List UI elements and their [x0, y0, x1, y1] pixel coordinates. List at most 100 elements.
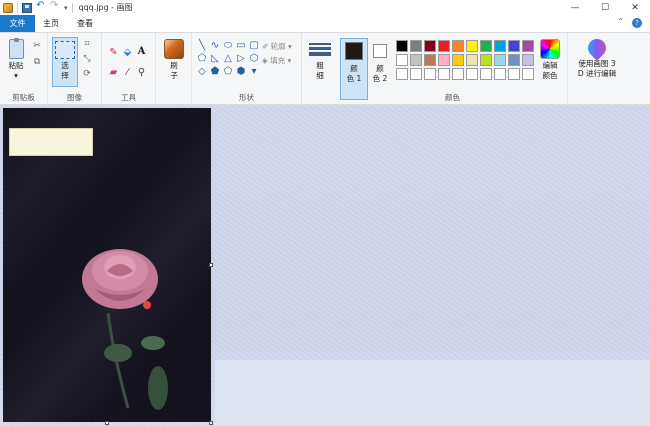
window-controls: — ☐ ✕ — [560, 0, 650, 15]
shape-arrow-icon[interactable]: ▷ — [235, 52, 247, 64]
text-icon[interactable]: A — [136, 46, 147, 57]
color-1-button[interactable]: 颜 色 1 — [340, 38, 368, 100]
clipboard-icon — [8, 38, 24, 59]
shape-pentagon-2-icon[interactable]: ⬠ — [222, 65, 234, 77]
rotate-icon[interactable]: ⟳ — [82, 69, 92, 79]
magnifier-icon[interactable]: ⚲ — [136, 67, 147, 78]
close-button[interactable]: ✕ — [620, 0, 650, 15]
size-button[interactable]: 粗 细 — [308, 39, 332, 81]
crop-icon[interactable]: ⌗ — [82, 39, 92, 49]
palette-swatch[interactable] — [466, 40, 478, 52]
clipboard-group: 粘贴 ▾ ✂ ⧉ 剪贴板 — [0, 33, 48, 105]
customize-quick-access-icon[interactable]: ▾ — [64, 4, 68, 12]
palette-swatch[interactable] — [522, 40, 534, 52]
pencil-icon[interactable]: ✎ — [108, 47, 119, 58]
shape-diamond-icon[interactable]: ◇ — [196, 65, 208, 77]
palette-swatch[interactable] — [410, 68, 422, 80]
rose-flower-image — [82, 249, 158, 309]
undo-icon[interactable] — [36, 0, 46, 13]
size-group: 粗 细 — [302, 33, 338, 105]
palette-swatch[interactable] — [452, 68, 464, 80]
shape-hexagon-2-icon[interactable]: ⬢ — [235, 65, 247, 77]
palette-swatch[interactable] — [410, 40, 422, 52]
paste-button[interactable]: 粘贴 ▾ — [4, 38, 28, 81]
palette-swatch[interactable] — [480, 40, 492, 52]
palette-swatch[interactable] — [508, 54, 520, 66]
brushes-button[interactable]: 刷 子 — [161, 39, 187, 81]
palette-swatch[interactable] — [522, 54, 534, 66]
fill-button[interactable]: ◈ 填充 ▾ — [262, 55, 291, 66]
tab-file[interactable]: 文件 — [0, 15, 35, 32]
help-icon[interactable]: ? — [632, 18, 642, 28]
divider — [71, 2, 73, 13]
image-group-label: 图像 — [67, 93, 82, 102]
canvas-resize-handle-corner[interactable] — [209, 421, 213, 425]
palette-swatch[interactable] — [466, 68, 478, 80]
select-label: 选 — [61, 61, 69, 70]
palette-swatch[interactable] — [452, 54, 464, 66]
paint-app-icon[interactable] — [3, 2, 13, 13]
shape-rounded-rectangle-icon[interactable]: ▢ — [248, 39, 260, 51]
shapes-more-icon[interactable]: ▾ — [248, 65, 260, 77]
palette-swatch[interactable] — [480, 68, 492, 80]
redo-icon[interactable] — [50, 0, 60, 13]
palette-swatch[interactable] — [452, 40, 464, 52]
ribbon: 粘贴 ▾ ✂ ⧉ 剪贴板 选 择 ⌗ ⤡ ⟳ 图像 ✎ ⬙ A ▰ ⁄ ⚲ 工具… — [0, 32, 650, 105]
color-1-swatch — [345, 42, 363, 60]
edit-with-paint3d-button[interactable]: 使用画图 3 D 进行编辑 — [574, 35, 620, 79]
color-2-button[interactable]: 颜 色 2 — [370, 38, 390, 100]
palette-swatch[interactable] — [438, 40, 450, 52]
image-canvas[interactable] — [3, 108, 211, 422]
palette-swatch[interactable] — [508, 68, 520, 80]
minimize-button[interactable]: — — [560, 0, 590, 15]
shape-pentagon-icon[interactable]: ⬟ — [209, 65, 221, 77]
canvas-resize-handle-right[interactable] — [209, 263, 213, 267]
palette-swatch[interactable] — [424, 68, 436, 80]
resize-icon[interactable]: ⤡ — [82, 54, 92, 64]
palette-swatch[interactable] — [494, 68, 506, 80]
palette-swatch[interactable] — [410, 54, 422, 66]
select-button[interactable]: 选 择 — [52, 37, 78, 87]
palette-swatch[interactable] — [480, 54, 492, 66]
canvas-resize-handle-bottom[interactable] — [105, 421, 109, 425]
palette-swatch[interactable] — [522, 68, 534, 80]
eraser-icon[interactable]: ▰ — [108, 67, 119, 78]
shape-oval-icon[interactable]: ⬭ — [222, 39, 234, 51]
save-icon[interactable] — [22, 2, 32, 13]
shape-hexagon-icon[interactable]: ⬡ — [248, 52, 260, 64]
shape-line-icon[interactable]: ╲ — [196, 39, 208, 51]
palette-swatch[interactable] — [424, 54, 436, 66]
palette-swatch[interactable] — [396, 54, 408, 66]
palette-swatch[interactable] — [494, 40, 506, 52]
copy-icon[interactable]: ⧉ — [32, 57, 42, 67]
edit-colors-label: 编辑 — [542, 61, 558, 70]
palette-swatch[interactable] — [508, 40, 520, 52]
palette-swatch[interactable] — [466, 54, 478, 66]
maximize-button[interactable]: ☐ — [590, 0, 620, 15]
edit-colors-button[interactable]: 编辑 颜色 — [536, 39, 564, 81]
cut-icon[interactable]: ✂ — [32, 41, 42, 51]
outline-button[interactable]: ✐ 轮廓 ▾ — [262, 41, 292, 52]
window-title: qqq.jpg - 画图 — [78, 3, 133, 12]
shape-right-triangle-icon[interactable]: ◺ — [209, 52, 221, 64]
collapse-ribbon-icon[interactable]: ⌃ — [617, 17, 624, 26]
palette-swatch[interactable] — [438, 68, 450, 80]
shape-polygon-icon[interactable]: ⬠ — [196, 52, 208, 64]
shape-curve-icon[interactable]: ∿ — [209, 39, 221, 51]
tab-view[interactable]: 查看 — [67, 18, 103, 29]
palette-swatch[interactable] — [396, 68, 408, 80]
shape-triangle-icon[interactable]: △ — [222, 52, 234, 64]
palette-swatch[interactable] — [424, 40, 436, 52]
fill-bucket-icon[interactable]: ⬙ — [122, 47, 133, 58]
select-label-2: 择 — [61, 71, 69, 80]
color-1-label-2: 色 1 — [346, 74, 362, 83]
palette-swatch[interactable] — [494, 54, 506, 66]
shape-rectangle-icon[interactable]: ▭ — [235, 39, 247, 51]
clipboard-group-label: 剪贴板 — [12, 93, 35, 102]
rose-stem-leaves-image — [104, 313, 168, 410]
color-picker-icon[interactable]: ⁄ — [122, 67, 133, 78]
color-2-label: 颜 — [376, 64, 384, 73]
palette-swatch[interactable] — [396, 40, 408, 52]
palette-swatch[interactable] — [438, 54, 450, 66]
tab-home[interactable]: 主页 — [35, 15, 67, 32]
